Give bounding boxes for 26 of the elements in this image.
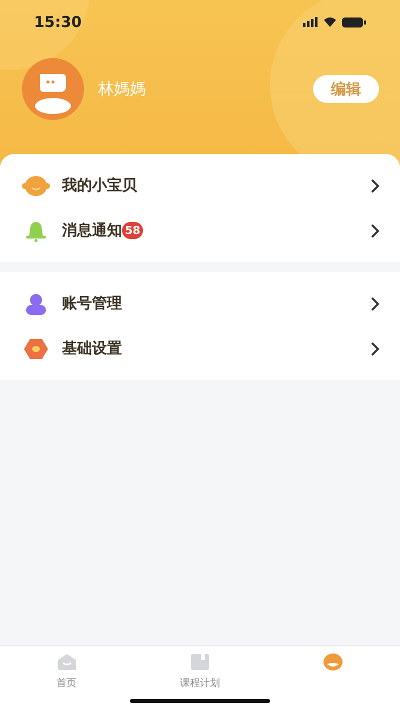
menu-item[interactable]: 消息通知 58 [0,208,400,253]
wifi-icon [324,17,336,27]
face-icon [323,653,344,671]
face-icon [22,174,50,196]
hexagon-icon [23,338,49,360]
tab[interactable]: 首页 [0,646,134,711]
avatar [22,58,84,120]
person-icon [24,292,48,316]
tab[interactable]: 课程计划 [133,646,267,711]
book-icon [190,653,210,671]
user-name: 林媽媽 [98,78,146,100]
chevron-right-icon [370,296,380,312]
menu-item[interactable]: 我的小宝贝 [0,163,400,208]
home-icon [56,653,77,671]
status-time: 15:30 [34,12,82,33]
menu-item[interactable]: 基础设置 [0,326,400,371]
count-badge: 58 [122,222,144,239]
menu-label: 我的小宝贝 [62,175,137,196]
chevron-right-icon [370,178,380,194]
signal-icon [303,17,318,27]
chevron-right-icon [370,340,380,356]
menu-label: 消息通知 [62,220,122,242]
chevron-right-icon [370,222,380,238]
menu-item[interactable]: 账号管理 [0,281,400,326]
menu-label: 账号管理 [62,293,122,314]
menu-label: 基础设置 [62,338,122,360]
